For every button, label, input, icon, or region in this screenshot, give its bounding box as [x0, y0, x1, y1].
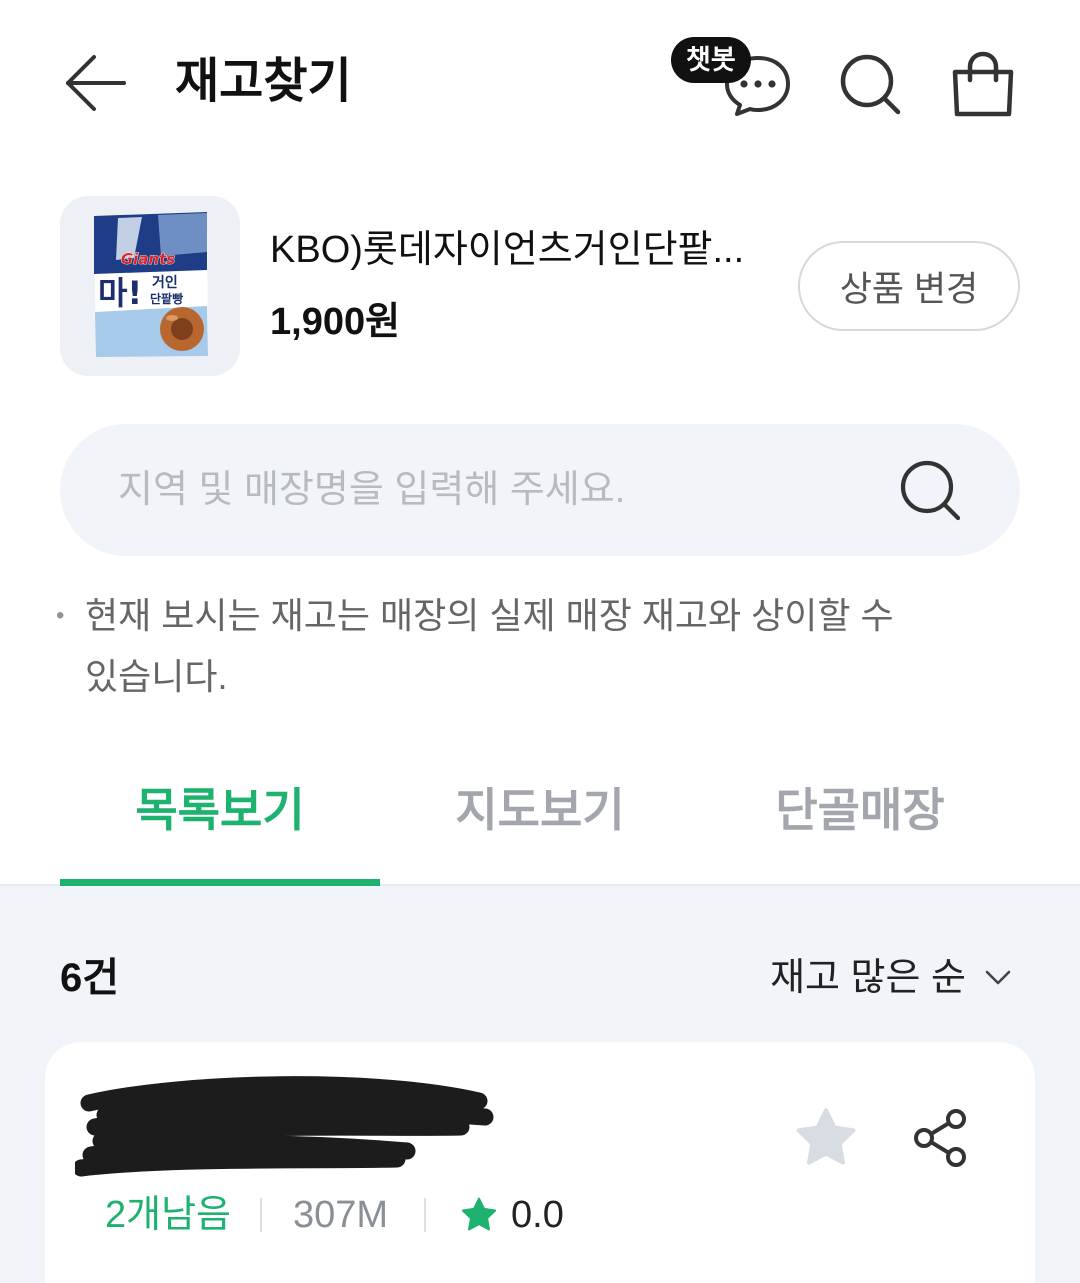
- share-node: [946, 1109, 966, 1129]
- notice-bullet: •: [56, 602, 65, 629]
- star-icon: [796, 1108, 856, 1165]
- stat-separator: [424, 1198, 426, 1232]
- product-thumbnail: Giants 마! 거인 단팥빵: [60, 196, 240, 376]
- tab-map-view[interactable]: 지도보기: [380, 770, 700, 850]
- store-search-field: [60, 424, 1020, 556]
- store-card[interactable]: 2개남음 307M 0.0: [45, 1042, 1035, 1283]
- bread-filling: [171, 318, 193, 340]
- chevron-down-icon: [985, 970, 1011, 985]
- search-button[interactable]: [894, 454, 966, 526]
- chat-dot: [768, 80, 776, 88]
- package-title-line2: 단팥빵: [150, 291, 183, 306]
- chevron-stroke: [985, 970, 1011, 985]
- stock-remaining: 2개남음: [105, 1194, 232, 1236]
- back-arrow-icon: [66, 55, 126, 111]
- tab-favorite-stores[interactable]: 단골매장: [700, 770, 1020, 850]
- page-title: 재고찾기: [175, 55, 352, 108]
- store-distance: 307M: [293, 1194, 389, 1236]
- bread-highlight: [166, 315, 178, 321]
- share-icon: [914, 1109, 966, 1167]
- product-price: 1,900원: [270, 301, 401, 343]
- notice-text: 현재 보시는 재고는 매장의 실제 매장 재고와 상이할 수 있습니다.: [85, 595, 894, 697]
- stat-separator: [260, 1198, 262, 1232]
- share-link: [929, 1121, 951, 1136]
- search-icon: [840, 54, 901, 115]
- bag-body: [952, 69, 1014, 117]
- search-input[interactable]: [118, 424, 888, 556]
- header-search-button[interactable]: [834, 48, 906, 120]
- chat-dot: [754, 80, 762, 88]
- package-brand-logo: Giants: [121, 250, 175, 268]
- shopping-bag-icon: [952, 51, 1014, 117]
- chat-dot: [740, 80, 748, 88]
- store-rating: 0.0: [511, 1194, 564, 1236]
- share-node: [914, 1128, 934, 1148]
- search-icon: [900, 460, 961, 521]
- sort-label: 재고 많은 순: [770, 957, 966, 999]
- tab-list-view[interactable]: 목록보기: [60, 770, 380, 850]
- favorite-button[interactable]: [790, 1102, 862, 1174]
- view-tabs: 목록보기 지도보기 단골매장: [60, 770, 1020, 850]
- package-headline: 마!: [98, 274, 142, 312]
- share-button[interactable]: [909, 1106, 971, 1170]
- search-icon-handle: [882, 96, 901, 115]
- product-image: Giants 마! 거인 단팥빵: [94, 212, 208, 357]
- active-tab-indicator: [60, 879, 380, 886]
- product-name: KBO)롯데자이언츠거인단팥...: [270, 229, 745, 271]
- rating-star-icon: [461, 1197, 497, 1231]
- redaction-stroke: [75, 1150, 406, 1177]
- back-button[interactable]: [56, 46, 134, 120]
- chatbot-badge: 챗봇: [671, 37, 751, 83]
- search-icon-handle: [942, 502, 961, 521]
- share-node: [946, 1147, 966, 1167]
- chatbot-button[interactable]: 챗봇: [668, 34, 794, 122]
- sort-dropdown[interactable]: 재고 많은 순: [770, 952, 1012, 1004]
- rating-star-shape: [461, 1197, 497, 1231]
- change-product-button[interactable]: 상품 변경: [798, 241, 1020, 331]
- star-shape: [796, 1108, 856, 1165]
- cart-button[interactable]: [946, 46, 1020, 122]
- bag-handle: [967, 51, 999, 83]
- result-count: 6건: [60, 956, 120, 1000]
- share-link: [929, 1140, 951, 1155]
- package-title-line1: 거인: [152, 274, 178, 291]
- results-panel: 6건 재고 많은 순 2개남음 307M 0.0: [0, 886, 1080, 1283]
- redacted-store-name: [75, 1076, 494, 1177]
